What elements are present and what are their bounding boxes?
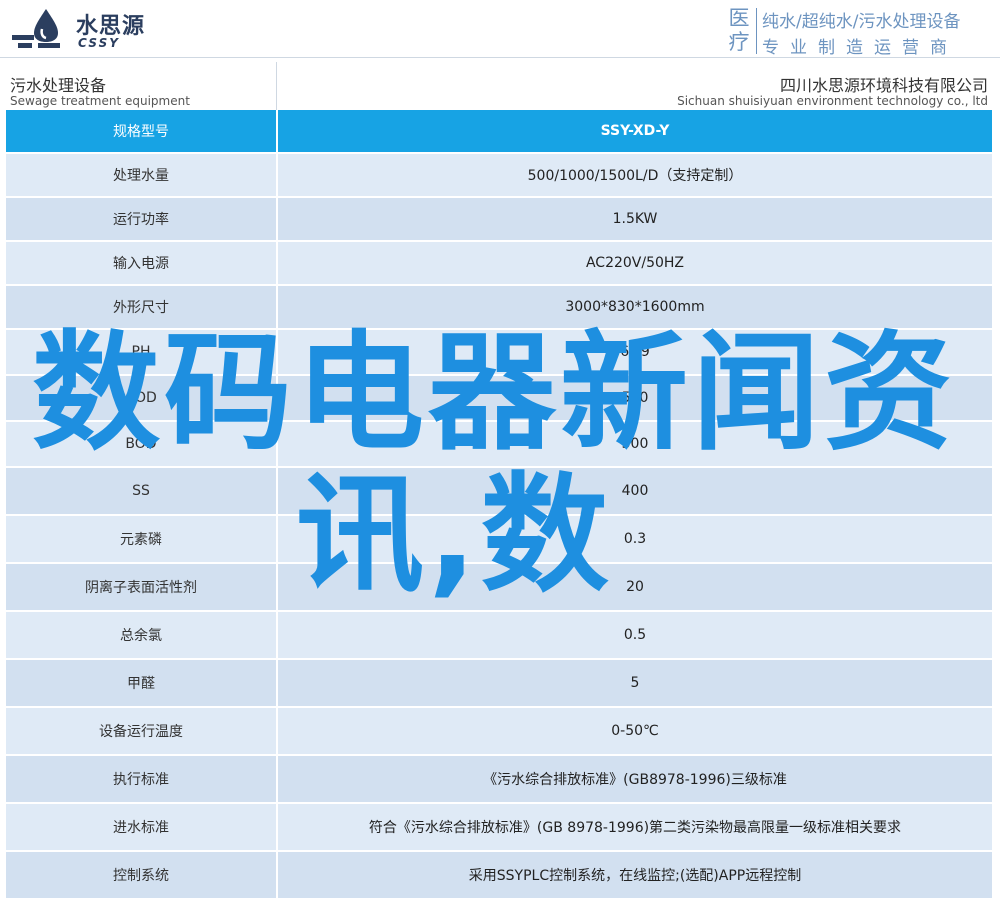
table-row: BOD 300 [6,422,992,468]
row-label: 处理水量 [6,154,278,196]
row-label: COD [6,376,278,420]
row-label: 元素磷 [6,516,278,562]
row-label: 进水标准 [6,804,278,850]
slogan-operator: 专业制造运营商 [762,38,958,58]
water-drop-logo-icon [12,9,60,48]
row-label: 控制系统 [6,852,278,898]
category-title-en: Sewage treatment equipment [10,94,190,108]
spec-table: 规格型号 SSY-XD-Y 处理水量 500/1000/1500L/D（支持定制… [6,110,992,900]
row-value: 500 [621,390,649,406]
table-row: 运行功率 1.5KW [6,198,992,242]
slogan-divider [756,8,757,54]
table-row: 输入电源 AC220V/50HZ [6,242,992,286]
table-row: 进水标准 符合《污水综合排放标准》(GB 8978-1996)第二类污染物最高限… [6,804,992,852]
row-label: BOD [6,422,278,466]
row-value: AC220V/50HZ [585,255,685,271]
row-value: 0.5 [623,627,647,643]
row-label: 阴离子表面活性剂 [6,564,278,610]
row-value: 0-50℃ [611,723,659,739]
header-label: 规格型号 [6,110,278,152]
row-value: 400 [621,483,649,499]
header-divider [0,57,1000,58]
table-row: 总余氯 0.5 [6,612,992,660]
row-value: 5 [630,675,640,691]
row-label: 运行功率 [6,198,278,240]
table-row: COD 500 [6,376,992,422]
row-label: 外形尺寸 [6,286,278,328]
table-row: PH 6~9 [6,330,992,376]
header-model: SSY-XD-Y [600,123,670,139]
table-row: 处理水量 500/1000/1500L/D（支持定制） [6,154,992,198]
table-row: 外形尺寸 3000*830*1600mm [6,286,992,330]
row-label: 总余氯 [6,612,278,658]
table-header-row: 规格型号 SSY-XD-Y [6,110,992,154]
row-label: 设备运行温度 [6,708,278,754]
table-row: 执行标准 《污水综合排放标准》(GB8978-1996)三级标准 [6,756,992,804]
category-title-cn: 污水处理设备 [10,76,107,95]
row-value: 1.5KW [612,211,658,227]
row-value: 符合《污水综合排放标准》(GB 8978-1996)第二类污染物最高限量一级标准… [368,820,902,836]
company-name-cn: 四川水思源环境科技有限公司 [779,76,988,95]
row-value: 3000*830*1600mm [565,299,705,315]
row-value: 20 [626,579,644,595]
row-label: 甲醛 [6,660,278,706]
title-bar: 污水处理设备 Sewage treatment equipment 四川水思源环… [0,62,1000,110]
slogan-box: 医疗 纯水/超纯水/污水处理设备 专业制造运营商 [722,6,994,58]
row-value: 6~9 [620,344,650,360]
table-row: 元素磷 0.3 [6,516,992,564]
slogan-products: 纯水/超纯水/污水处理设备 [762,12,961,32]
table-row: 阴离子表面活性剂 20 [6,564,992,612]
table-row: 甲醛 5 [6,660,992,708]
company-name-en: Sichuan shuisiyuan environment technolog… [677,94,988,108]
row-label: 输入电源 [6,242,278,284]
row-value: 采用SSYPLC控制系统，在线监控;(选配)APP远程控制 [468,868,802,884]
row-value: 0.3 [623,531,647,547]
page-header: 水思源 CSSY 医疗 纯水/超纯水/污水处理设备 专业制造运营商 [0,0,1000,60]
row-label: PH [6,330,278,374]
row-label: 执行标准 [6,756,278,802]
row-value: 500/1000/1500L/D（支持定制） [527,168,743,184]
row-label: SS [6,468,278,514]
medical-label: 医疗 [728,6,750,54]
table-row: SS 400 [6,468,992,516]
table-row: 控制系统 采用SSYPLC控制系统，在线监控;(选配)APP远程控制 [6,852,992,900]
row-value: 300 [621,436,649,452]
table-row: 设备运行温度 0-50℃ [6,708,992,756]
title-bar-divider [276,62,277,110]
brand-name-en: CSSY [78,36,120,50]
row-value: 《污水综合排放标准》(GB8978-1996)三级标准 [483,772,787,788]
